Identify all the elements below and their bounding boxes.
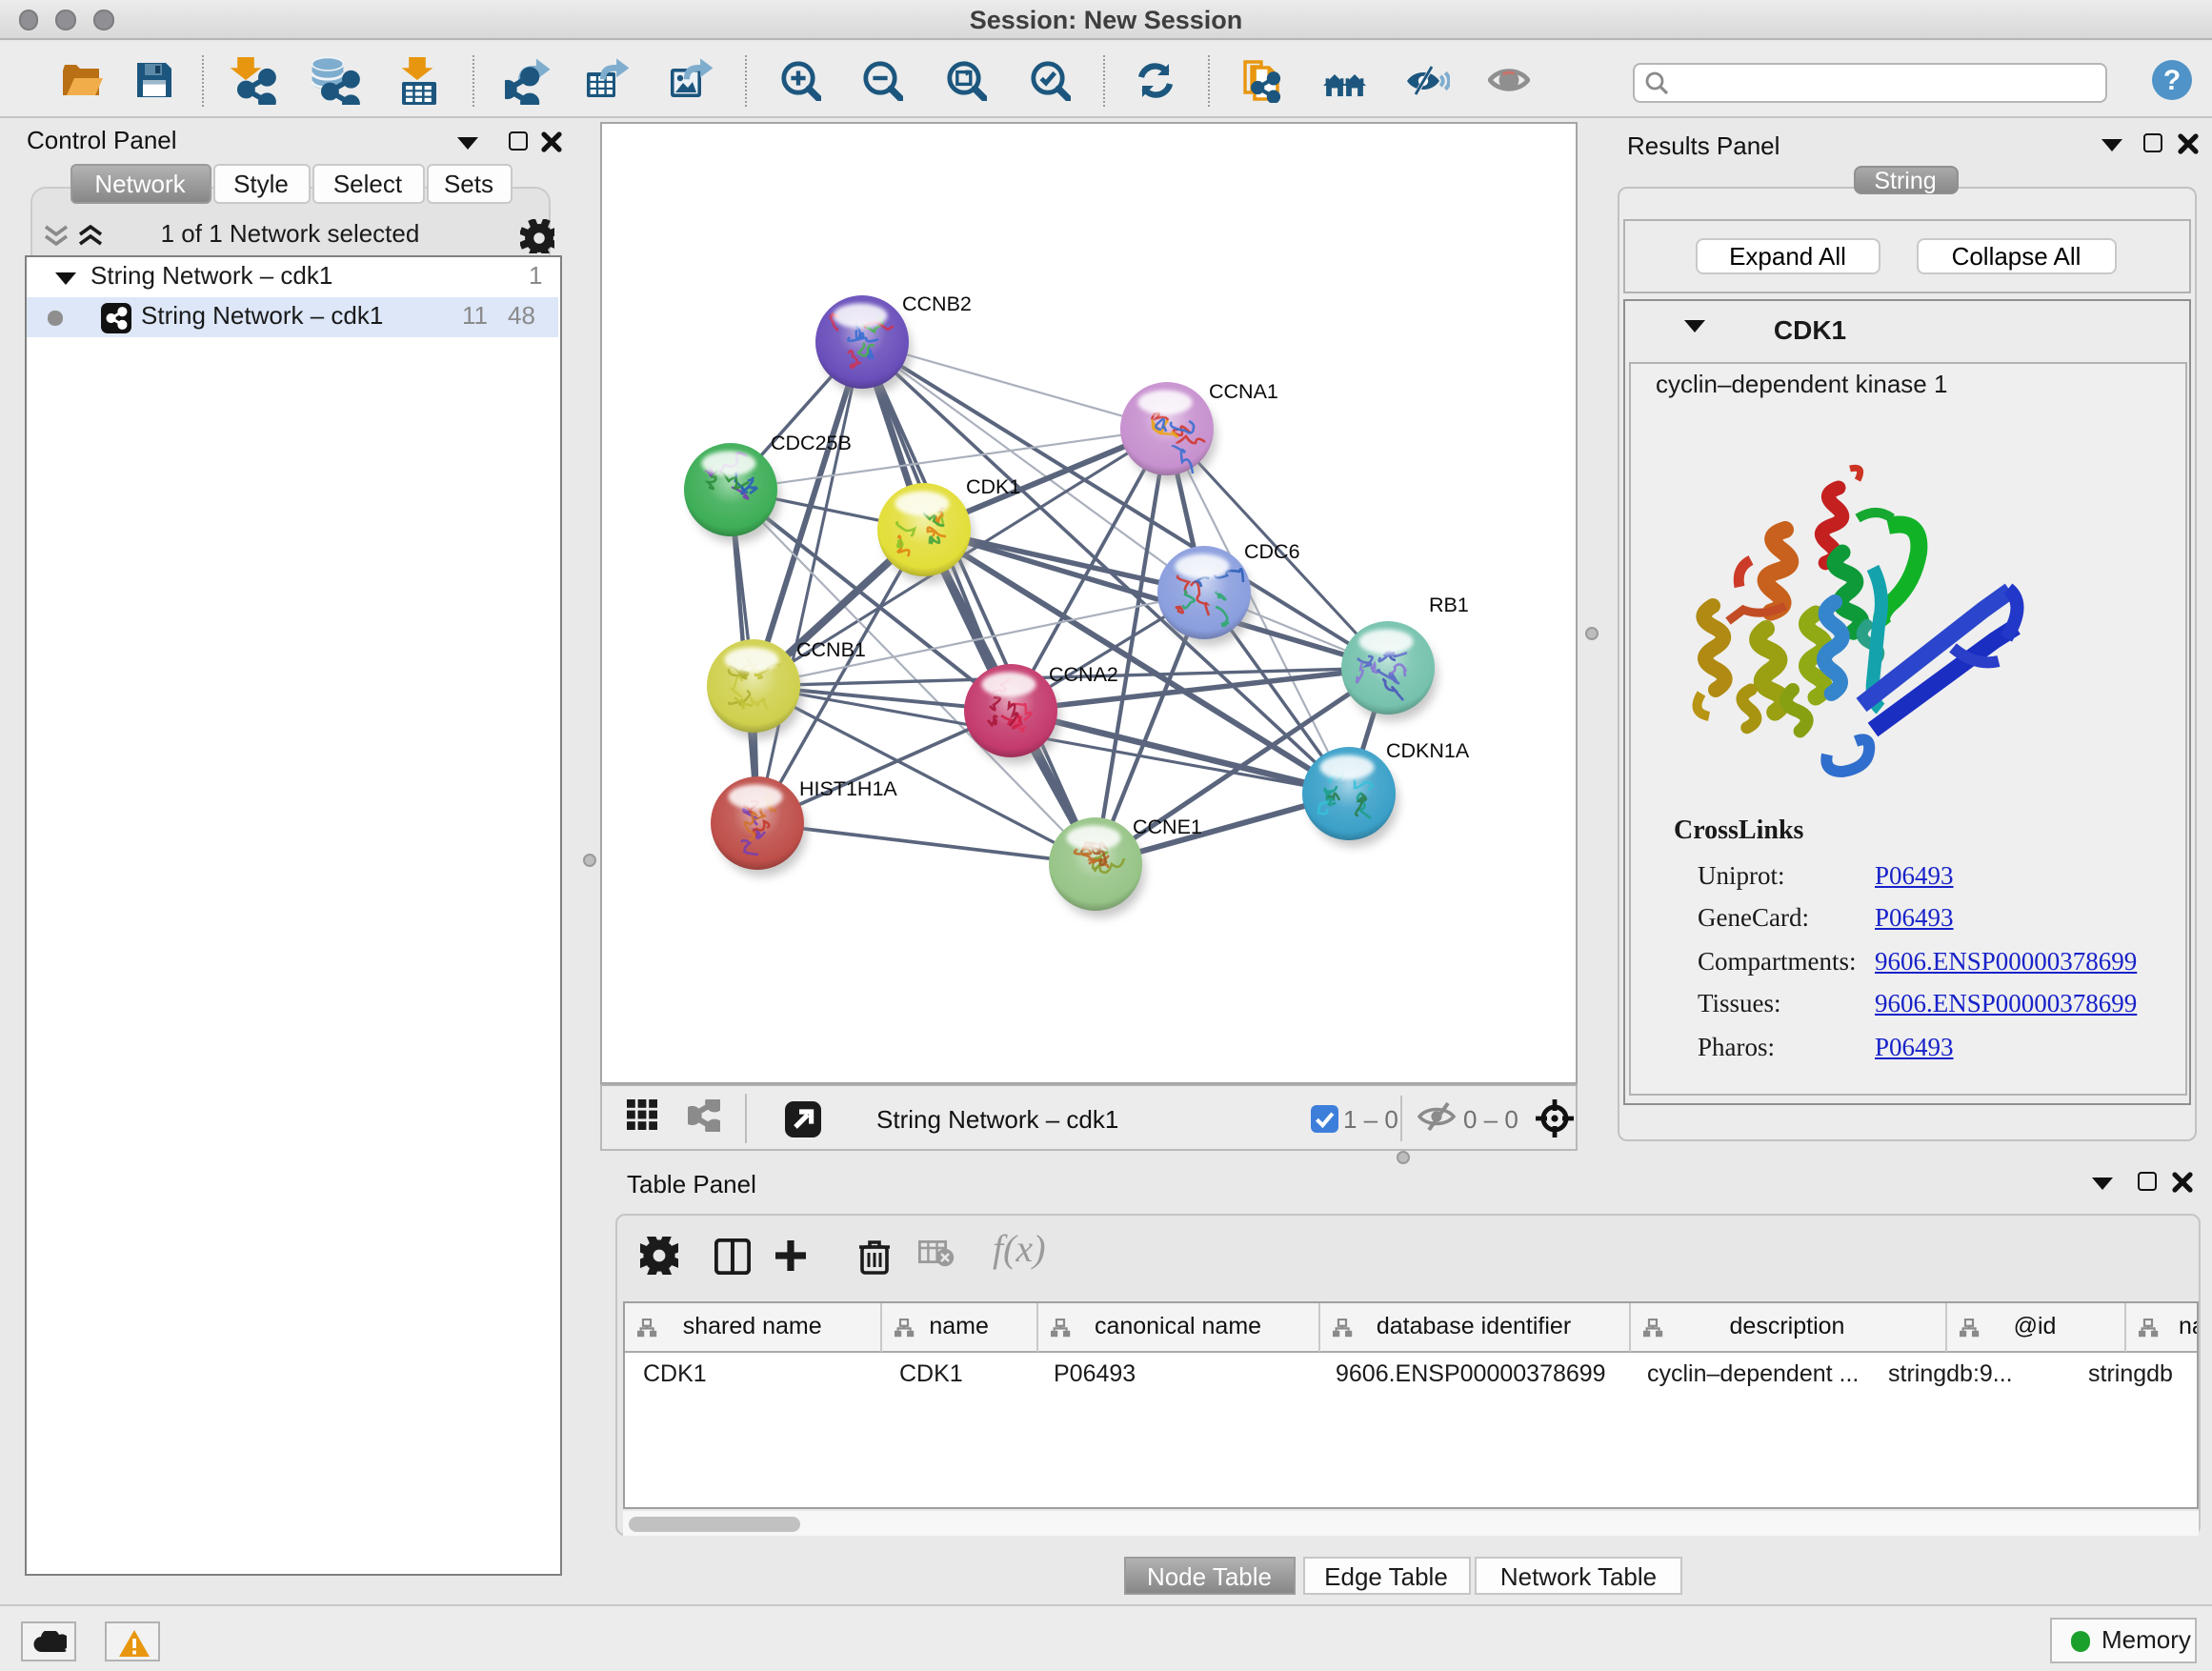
svg-text:CDC6: CDC6	[1244, 539, 1300, 562]
svg-text:CDC25B: CDC25B	[771, 431, 852, 453]
svg-text:RB1: RB1	[1429, 593, 1469, 615]
svg-text:CCNB2: CCNB2	[902, 292, 972, 314]
svg-text:CDKN1A: CDKN1A	[1386, 738, 1470, 761]
svg-text:?: ?	[2163, 65, 2181, 96]
svg-text:CDK1: CDK1	[966, 474, 1020, 497]
svg-text:HIST1H1A: HIST1H1A	[799, 776, 897, 799]
svg-text:CCNB1: CCNB1	[796, 637, 866, 660]
svg-text:CCNA1: CCNA1	[1209, 379, 1278, 402]
svg-text:CCNE1: CCNE1	[1133, 815, 1202, 837]
svg-text:CCNA2: CCNA2	[1049, 662, 1118, 685]
